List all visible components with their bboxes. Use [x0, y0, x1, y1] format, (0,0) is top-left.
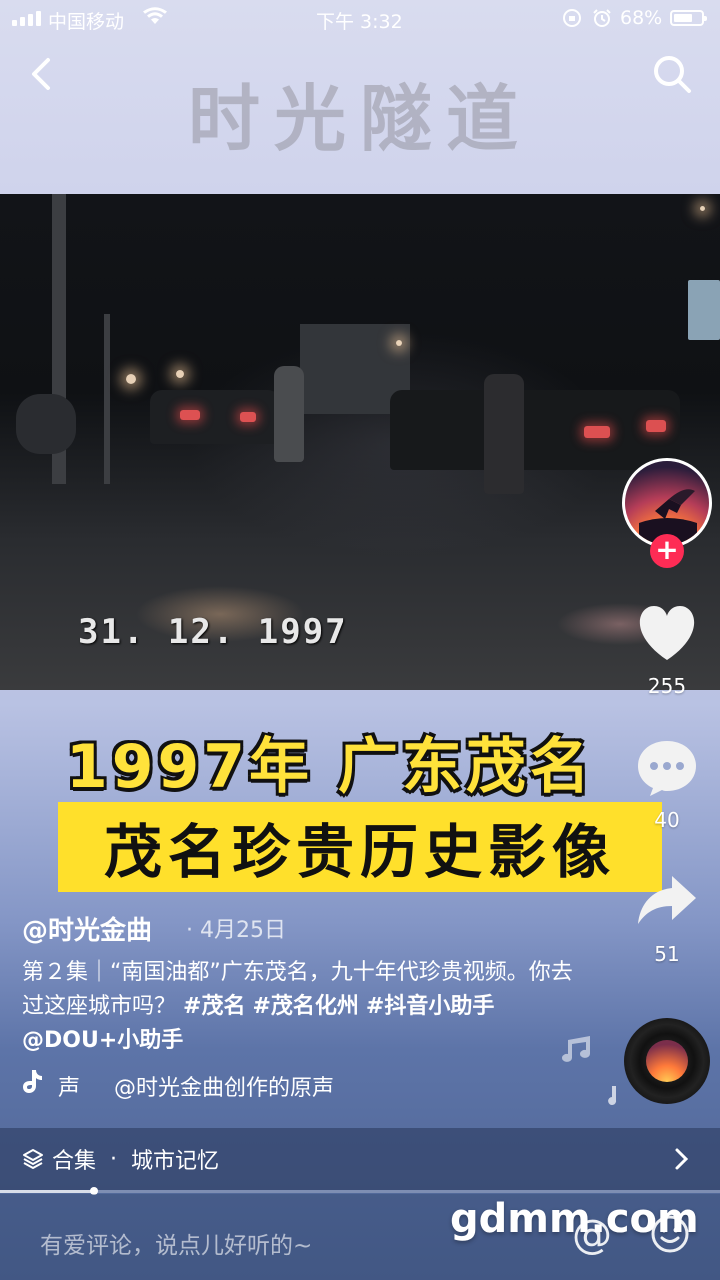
chevron-right-icon [675, 1148, 689, 1170]
comment-bubble-icon[interactable] [636, 738, 698, 798]
hashtag[interactable]: #茂名 [183, 994, 245, 1019]
collection-name: 城市记忆 [131, 1149, 220, 1174]
share-count: 51 [654, 942, 680, 966]
video-overlay-title: 时光隧道 [187, 76, 532, 161]
search-icon[interactable] [650, 52, 694, 96]
playback-progress-bar[interactable] [0, 1187, 720, 1195]
music-label-left: 声 [58, 1076, 81, 1101]
wifi-icon [143, 7, 167, 24]
carrier-name: 中国移动 [48, 11, 125, 33]
share-arrow-icon[interactable] [636, 874, 698, 926]
signal-icon [12, 10, 44, 26]
like-heart-icon[interactable] [636, 604, 698, 662]
video-frame[interactable]: 31. 12. 1997 [0, 194, 720, 690]
emoji-icon[interactable] [650, 1214, 690, 1254]
post-description: 第２集｜“南国油都”广东茂名，九十年代珍贵视频。你去过这座城市吗？ #茂名 #茂… [22, 956, 582, 1058]
mention-link[interactable]: @DOU+小助手 [22, 1028, 183, 1053]
rotation-lock-icon [563, 9, 581, 27]
hashtag[interactable]: #抖音小助手 [366, 994, 494, 1019]
post-date: · 4月25日 [186, 918, 286, 943]
music-title[interactable]: @时光金曲创作的原声 [114, 1070, 334, 1102]
comment-input[interactable]: 有爱评论，说点儿好听的~ [40, 1226, 312, 1260]
mention-at-button[interactable]: @ [572, 1212, 612, 1258]
clock: 下午 3:32 [316, 11, 403, 33]
video-caption-line1: 1997年 广东茂名 [66, 732, 594, 802]
alarm-icon [593, 9, 611, 27]
collection-separator: · [110, 1146, 118, 1172]
video-date-stamp: 31. 12. 1997 [78, 612, 348, 652]
author-name[interactable]: @时光金曲 [22, 910, 152, 947]
tiktok-note-icon [23, 1070, 42, 1093]
like-count: 255 [647, 674, 687, 698]
follow-button[interactable]: + [650, 534, 684, 568]
battery-percent: 68% [620, 7, 663, 29]
comment-count: 40 [654, 808, 680, 832]
record-cover-icon [646, 1040, 688, 1082]
status-bar: 中国移动 下午 3:32 68% [0, 0, 720, 36]
collection-bar[interactable]: 合集 · 城市记忆 [0, 1128, 720, 1190]
video-caption-line2: 茂名珍贵历史影像 [58, 802, 662, 892]
layers-icon [23, 1149, 43, 1169]
collection-label: 合集 [52, 1149, 97, 1174]
floating-note-icon [562, 1036, 590, 1062]
video-caption-line2-text: 茂名珍贵历史影像 [103, 818, 616, 886]
battery-icon [670, 10, 707, 26]
floating-note-icon [608, 1086, 617, 1105]
music-record-disc[interactable] [624, 1018, 710, 1104]
hashtag[interactable]: #茂名化州 [252, 994, 358, 1019]
